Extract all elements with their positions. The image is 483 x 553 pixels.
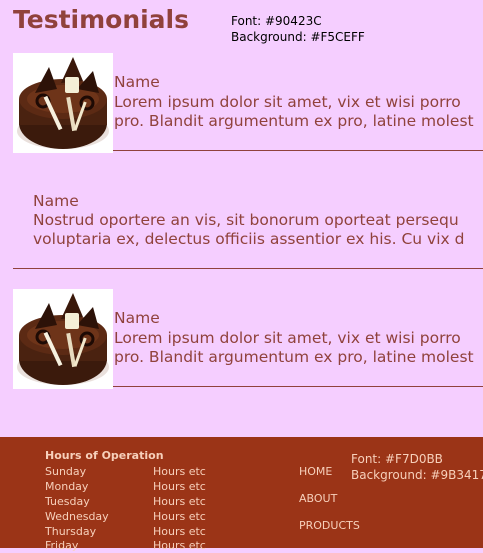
color-note-font: Font: #90423C bbox=[231, 14, 322, 28]
testimonial-text-line: Lorem ipsum dolor sit amet, vix et wisi … bbox=[114, 329, 461, 347]
hours-row: Thursday Hours etc bbox=[45, 524, 245, 539]
hours-day: Monday bbox=[45, 480, 89, 493]
testimonial-item: Name Lorem ipsum dolor sit amet, vix et … bbox=[0, 53, 483, 153]
divider bbox=[113, 386, 483, 387]
footer-color-note: Font: #F7D0BB Background: #9B3417 bbox=[351, 451, 483, 483]
footer-note-background: Background: #9B3417 bbox=[351, 468, 483, 482]
testimonial-text: Lorem ipsum dolor sit amet, vix et wisi … bbox=[114, 329, 483, 367]
cake-image bbox=[13, 289, 113, 389]
hours-day: Thursday bbox=[45, 525, 97, 538]
footer-note-font: Font: #F7D0BB bbox=[351, 452, 443, 466]
hours-day: Friday bbox=[45, 539, 79, 552]
hours-value: Hours etc bbox=[153, 510, 206, 523]
chocolate-cake-icon bbox=[13, 53, 113, 153]
nav-about-link[interactable]: ABOUT bbox=[299, 492, 337, 506]
nav-home-link[interactable]: HOME bbox=[299, 465, 332, 479]
chocolate-cake-icon bbox=[13, 289, 113, 389]
testimonial-item: Name Lorem ipsum dolor sit amet, vix et … bbox=[0, 289, 483, 389]
testimonial-item: Name Nostrud oportere an vis, sit bonoru… bbox=[0, 191, 483, 269]
hours-day: Tuesday bbox=[45, 495, 90, 508]
hours-row: Tuesday Hours etc bbox=[45, 494, 245, 509]
testimonial-name: Name bbox=[114, 309, 160, 327]
hours-value: Hours etc bbox=[153, 525, 206, 538]
divider bbox=[113, 150, 483, 151]
hours-day: Wednesday bbox=[45, 510, 109, 523]
testimonial-name: Name bbox=[33, 192, 79, 210]
nav-products-link[interactable]: PRODUCTS bbox=[299, 519, 360, 533]
hours-title: Hours of Operation bbox=[45, 449, 164, 462]
hours-value: Hours etc bbox=[153, 495, 206, 508]
hours-value: Hours etc bbox=[153, 465, 206, 478]
hours-day: Sunday bbox=[45, 465, 87, 478]
testimonial-text-line: voluptaria ex, delectus officiis assenti… bbox=[33, 230, 465, 248]
testimonial-text: Nostrud oportere an vis, sit bonorum opo… bbox=[33, 211, 483, 249]
divider bbox=[13, 268, 483, 269]
hours-row: Monday Hours etc bbox=[45, 479, 245, 494]
testimonial-text-line: Lorem ipsum dolor sit amet, vix et wisi … bbox=[114, 93, 461, 111]
color-note-background: Background: #F5CEFF bbox=[231, 30, 365, 44]
testimonial-text: Lorem ipsum dolor sit amet, vix et wisi … bbox=[114, 93, 483, 131]
hours-row: Wednesday Hours etc bbox=[45, 509, 245, 524]
hours-row: Friday Hours etc bbox=[45, 538, 245, 553]
hours-value: Hours etc bbox=[153, 539, 206, 552]
page-title: Testimonials bbox=[13, 5, 190, 34]
color-note: Font: #90423C Background: #F5CEFF bbox=[231, 13, 365, 45]
testimonial-name: Name bbox=[114, 73, 160, 91]
hours-value: Hours etc bbox=[153, 480, 206, 493]
cake-image bbox=[13, 53, 113, 153]
testimonial-text-line: pro. Blandit argumentum ex pro, latine m… bbox=[114, 348, 474, 366]
hours-row: Sunday Hours etc bbox=[45, 464, 245, 479]
footer: Hours of Operation Sunday Hours etc Mond… bbox=[0, 437, 483, 552]
testimonial-text-line: pro. Blandit argumentum ex pro, latine m… bbox=[114, 112, 474, 130]
testimonial-text-line: Nostrud oportere an vis, sit bonorum opo… bbox=[33, 211, 459, 229]
